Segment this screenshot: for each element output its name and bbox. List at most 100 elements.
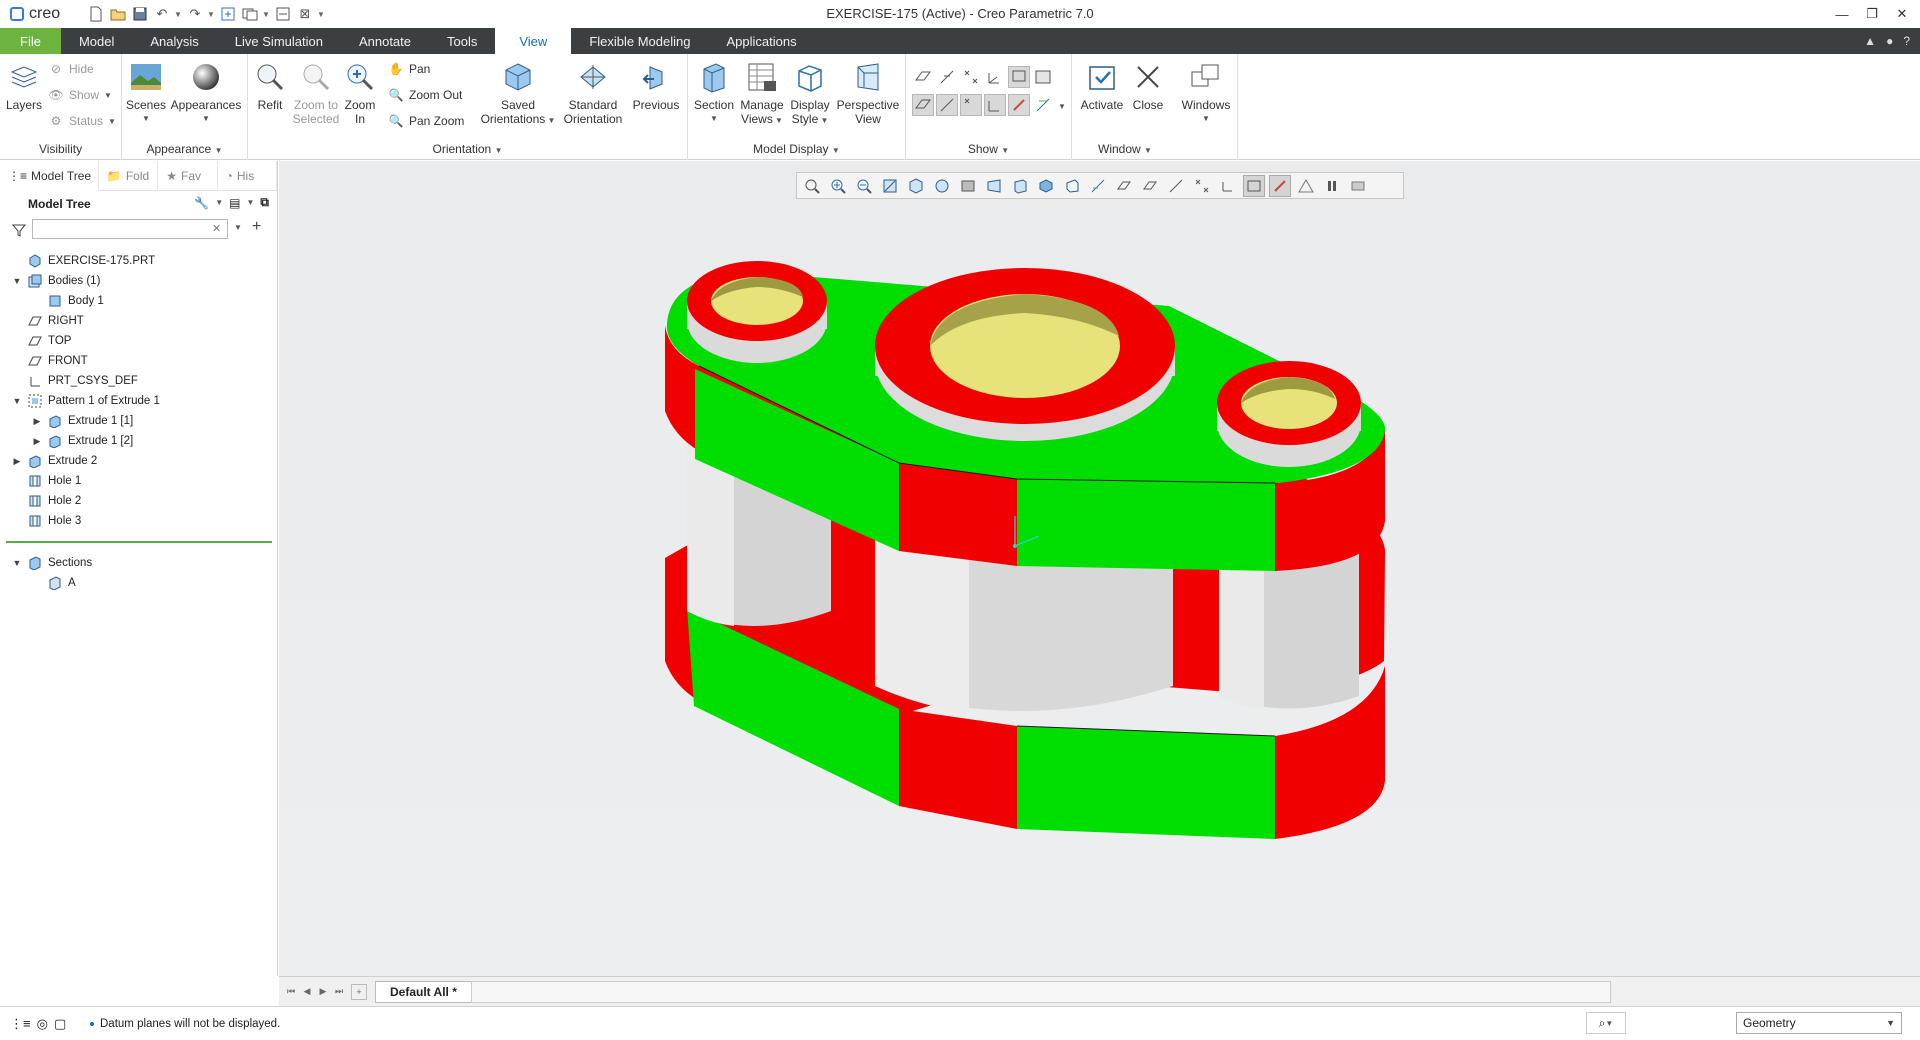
part-exercise-175[interactable] bbox=[665, 261, 1386, 839]
next-sheet-icon[interactable]: ▶ bbox=[315, 984, 331, 1000]
find-tool-button[interactable]: ⌕ ▼ bbox=[1586, 1012, 1626, 1034]
section-button[interactable]: Section ▼ bbox=[692, 60, 736, 126]
filter-funnel-icon[interactable] bbox=[11, 223, 27, 240]
previous-button[interactable]: Previous bbox=[630, 60, 682, 112]
zoom-to-selected-button[interactable]: Zoom to Selected bbox=[290, 60, 342, 126]
add-filter-icon[interactable]: + bbox=[252, 218, 261, 236]
selection-filter-select[interactable]: Geometry ▼ bbox=[1736, 1012, 1902, 1034]
tab-model[interactable]: Model bbox=[61, 28, 132, 54]
tree-settings-icon[interactable]: 🔧 bbox=[194, 196, 209, 210]
tree-item-bodies-1[interactable]: ▼ Bodies (1) bbox=[0, 271, 278, 291]
tab-view[interactable]: View bbox=[495, 28, 572, 54]
tree-item-hole-3[interactable]: Hole 3 bbox=[0, 511, 278, 531]
tree-item-a[interactable]: A bbox=[0, 573, 278, 593]
switch-window-icon[interactable] bbox=[273, 4, 293, 24]
expand-toggle-icon[interactable]: ▶ bbox=[32, 416, 42, 427]
windows-button[interactable]: Windows ▼ bbox=[1178, 60, 1234, 126]
close-window-icon[interactable]: ⊠ bbox=[295, 4, 315, 24]
appearances-button[interactable]: Appearances ▼ bbox=[170, 60, 242, 126]
zoom-out-button[interactable]: 🔍 Zoom Out bbox=[388, 86, 463, 104]
last-sheet-icon[interactable]: ⏭ bbox=[331, 984, 347, 1000]
tree-item-exercise-175-prt[interactable]: EXERCISE-175.PRT bbox=[0, 251, 278, 271]
first-sheet-icon[interactable]: ⏮ bbox=[283, 984, 299, 1000]
show-button[interactable]: 👁 Show ▼ bbox=[48, 86, 112, 104]
tab-analysis[interactable]: Analysis bbox=[132, 28, 216, 54]
regenerate-icon[interactable] bbox=[218, 4, 238, 24]
saved-orientations-button[interactable]: Saved Orientations ▼ bbox=[480, 60, 556, 128]
tab-live-simulation[interactable]: Live Simulation bbox=[217, 28, 341, 54]
tree-item-front[interactable]: FRONT bbox=[0, 351, 278, 371]
undo-dropdown-icon[interactable]: ▼ bbox=[174, 10, 183, 19]
redo-icon[interactable]: ↷ bbox=[185, 4, 205, 24]
scenes-button[interactable]: Scenes ▼ bbox=[126, 60, 166, 126]
tree-columns-icon[interactable]: ▤ bbox=[229, 196, 240, 210]
expand-toggle-icon[interactable]: ▼ bbox=[12, 276, 22, 286]
close-icon[interactable]: ✕ bbox=[1892, 4, 1912, 24]
standard-orientation-button[interactable]: Standard Orientation bbox=[558, 60, 628, 126]
clear-search-icon[interactable]: ✕ bbox=[212, 222, 221, 235]
close-button[interactable]: Close bbox=[1128, 60, 1168, 112]
pan-zoom-button[interactable]: 🔍 Pan Zoom bbox=[388, 112, 465, 130]
add-sheet-icon[interactable]: + bbox=[351, 983, 367, 1000]
tab-model-tree[interactable]: ⋮≡ Model Tree bbox=[0, 160, 99, 191]
tree-item-prt-csys-def[interactable]: PRT_CSYS_DEF bbox=[0, 371, 278, 391]
hide-button[interactable]: ⊘ Hide bbox=[48, 60, 94, 78]
csys-display-icon[interactable] bbox=[984, 66, 1006, 88]
restore-icon[interactable]: ❐ bbox=[1862, 4, 1882, 24]
csys-tag-display-icon[interactable] bbox=[984, 94, 1006, 116]
model-viewport[interactable] bbox=[279, 161, 1920, 976]
annotation-display-icon[interactable] bbox=[1008, 66, 1030, 88]
tree-columns-dropdown-icon[interactable]: ▼ bbox=[247, 198, 255, 207]
redo-dropdown-icon[interactable]: ▼ bbox=[207, 10, 216, 19]
expand-toggle-icon[interactable]: ▼ bbox=[12, 396, 22, 406]
full-screen-icon[interactable]: ▢ bbox=[54, 1016, 66, 1032]
browser-icon[interactable]: ◎ bbox=[37, 1016, 48, 1032]
toggle-navigator-icon[interactable]: ⋮≡ bbox=[10, 1016, 31, 1032]
tree-search-input[interactable] bbox=[32, 219, 228, 239]
pan-button[interactable]: ✋ Pan bbox=[388, 60, 431, 78]
activate-button[interactable]: Activate bbox=[1078, 60, 1126, 112]
minimize-icon[interactable]: — bbox=[1832, 4, 1852, 24]
expand-toggle-icon[interactable]: ▼ bbox=[12, 558, 22, 568]
display-style-button[interactable]: Display Style ▼ bbox=[788, 60, 832, 128]
sheet-tab-default-all[interactable]: Default All * bbox=[375, 980, 472, 1003]
tree-item-sections[interactable]: ▼ Sections bbox=[0, 553, 278, 573]
open-folder-icon[interactable] bbox=[108, 4, 128, 24]
plane-tag-display-icon[interactable] bbox=[912, 94, 934, 116]
tree-item-extrude-1-2[interactable]: ▶ Extrude 1 [2] bbox=[0, 431, 278, 451]
tree-item-hole-2[interactable]: Hole 2 bbox=[0, 491, 278, 511]
layers-button[interactable]: Layers bbox=[4, 60, 44, 112]
new-file-icon[interactable] bbox=[86, 4, 106, 24]
window-group-label[interactable]: Window ▼ bbox=[1042, 142, 1208, 156]
windows-dropdown-icon[interactable]: ▼ bbox=[262, 10, 271, 19]
status-button[interactable]: ⚙ Status ▼ bbox=[48, 112, 116, 130]
tree-filter-options-icon[interactable]: ⧉ bbox=[260, 195, 269, 210]
tree-item-extrude-1-1[interactable]: ▶ Extrude 1 [1] bbox=[0, 411, 278, 431]
refit-button[interactable]: Refit bbox=[252, 60, 288, 112]
search-dropdown-icon[interactable]: ▼ bbox=[234, 223, 242, 232]
minimize-ribbon-icon[interactable]: ▲ bbox=[1864, 34, 1876, 48]
appearance-group-label[interactable]: Appearance ▼ bbox=[122, 142, 247, 156]
spin-center-display-icon[interactable] bbox=[1008, 94, 1030, 116]
plane-display-icon[interactable] bbox=[912, 66, 934, 88]
help-icon[interactable]: ? bbox=[1903, 34, 1910, 48]
tab-history[interactable]: ◔ His bbox=[218, 160, 277, 191]
settings-icon[interactable]: ● bbox=[1886, 34, 1893, 48]
tree-item-top[interactable]: TOP bbox=[0, 331, 278, 351]
orientation-group-label[interactable]: Orientation ▼ bbox=[248, 142, 687, 156]
point-display-icon[interactable] bbox=[960, 66, 982, 88]
undo-icon[interactable]: ↶ bbox=[152, 4, 172, 24]
tab-favorites[interactable]: ★ Fav bbox=[158, 160, 218, 191]
tab-applications[interactable]: Applications bbox=[708, 28, 814, 54]
tab-annotate[interactable]: Annotate bbox=[341, 28, 429, 54]
perspective-view-button[interactable]: Perspective View bbox=[834, 60, 902, 126]
point-tag-display-icon[interactable] bbox=[960, 94, 982, 116]
expand-toggle-icon[interactable]: ▶ bbox=[12, 456, 22, 467]
save-icon[interactable] bbox=[130, 4, 150, 24]
show-more-dropdown-icon[interactable]: ▼ bbox=[1058, 102, 1066, 111]
windows-icon[interactable] bbox=[240, 4, 260, 24]
tree-item-hole-1[interactable]: Hole 1 bbox=[0, 471, 278, 491]
expand-toggle-icon[interactable]: ▶ bbox=[32, 436, 42, 447]
customize-toolbar-icon[interactable]: ▼ bbox=[317, 10, 326, 19]
tab-folder-browser[interactable]: 📁 Fold bbox=[99, 160, 159, 191]
